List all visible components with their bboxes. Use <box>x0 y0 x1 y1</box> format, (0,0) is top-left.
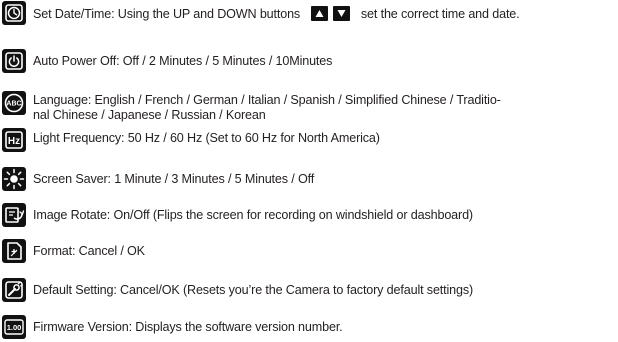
screen-saver-text: Screen Saver: 1 Minute / 3 Minutes / 5 M… <box>33 172 315 186</box>
sun-screen-saver-icon <box>2 167 26 191</box>
light-frequency-text: Light Frequency: 50 Hz / 60 Hz (Set to 6… <box>33 131 380 145</box>
up-arrow-icon <box>310 6 328 21</box>
hz-icon-label: Hz <box>8 136 20 147</box>
menu-row-image-rotate: Image Rotate: On/Off (Flips the screen f… <box>0 202 618 230</box>
default-setting-text: Default Setting: Cancel/OK (Resets you’r… <box>33 283 474 297</box>
menu-row-light-frequency: Hz Light Frequency: 50 Hz / 60 Hz (Set t… <box>0 127 618 155</box>
set-date-time-text-before: Set Date/Time: Using the UP and DOWN but… <box>33 7 301 21</box>
firmware-icon-label: 1.00 <box>7 323 22 332</box>
menu-row-default-setting: Default Setting: Cancel/OK (Resets you’r… <box>0 277 618 305</box>
menu-row-firmware-version: 1.00 Firmware Version: Displays the soft… <box>0 314 618 342</box>
down-arrow-icon <box>333 6 351 21</box>
menu-row-set-date-time: Set Date/Time: Using the UP and DOWN but… <box>0 0 618 28</box>
format-card-icon <box>2 239 26 263</box>
set-date-time-description: Set Date/Time: Using the UP and DOWN but… <box>33 6 616 22</box>
language-abc-icon: ABC <box>2 91 26 115</box>
power-icon <box>2 49 26 73</box>
language-text-line-1: Language: English / French / German / It… <box>33 93 501 107</box>
image-rotate-icon <box>2 203 26 227</box>
firmware-version-icon: 1.00 <box>2 315 26 339</box>
language-text-line-2: nal Chinese / Japanese / Russian / Korea… <box>33 108 266 122</box>
default-setting-icon <box>2 278 26 302</box>
set-date-time-text-after: set the correct time and date. <box>360 7 520 21</box>
menu-row-language: ABC Language: English / French / German … <box>0 90 618 130</box>
clock-icon <box>2 1 26 25</box>
menu-row-auto-power-off: Auto Power Off: Off / 2 Minutes / 5 Minu… <box>0 48 618 76</box>
hz-icon: Hz <box>2 128 26 152</box>
auto-power-off-text: Auto Power Off: Off / 2 Minutes / 5 Minu… <box>33 54 333 68</box>
format-text: Format: Cancel / OK <box>33 244 145 258</box>
firmware-version-text: Firmware Version: Displays the software … <box>33 320 343 334</box>
image-rotate-text: Image Rotate: On/Off (Flips the screen f… <box>33 208 473 222</box>
svg-text:ABC: ABC <box>6 101 21 108</box>
menu-row-screen-saver: Screen Saver: 1 Minute / 3 Minutes / 5 M… <box>0 166 618 194</box>
menu-row-format: Format: Cancel / OK <box>0 238 618 266</box>
